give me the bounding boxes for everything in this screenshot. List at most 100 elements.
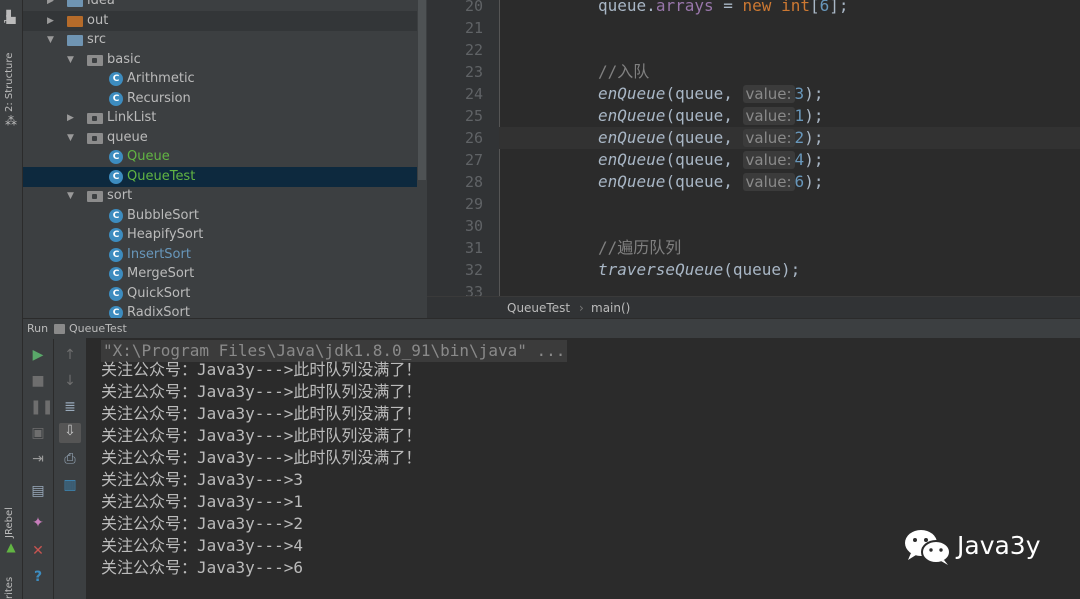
console-line: 关注公众号：Java3y--->此时队列没满了！ — [101, 426, 422, 445]
layout-icon[interactable]: ▤ — [30, 483, 46, 499]
code-token: ]; — [829, 0, 849, 15]
tab-structure[interactable]: 2: Structure — [4, 53, 15, 112]
run-config-tab[interactable]: QueueTest — [69, 319, 127, 339]
tree-item[interactable]: C RadixSort — [23, 303, 427, 318]
breadcrumb-class[interactable]: QueueTest — [507, 297, 570, 318]
tree-item[interactable]: C InsertSort — [23, 245, 427, 265]
console-line: 关注公众号：Java3y--->此时队列没满了！ — [101, 360, 422, 379]
tree-item-label: BubbleSort — [127, 207, 199, 223]
code-token: (queue, — [665, 84, 733, 103]
tree-item-label: LinkList — [107, 110, 157, 125]
help-icon[interactable]: ? — [30, 569, 46, 585]
code-token: 6 — [819, 0, 830, 15]
tree-item[interactable]: C BubbleSort — [23, 206, 427, 226]
wechat-icon — [905, 530, 951, 565]
line-number: 30 — [464, 217, 483, 235]
tree-item[interactable]: C QuickSort — [23, 284, 427, 304]
tab-project[interactable]: 1: — [3, 14, 14, 24]
pause-icon[interactable]: ❚❚ — [30, 399, 53, 415]
left-tool-stripe: ▙ 1: 2: Structure ⁂ JRebel ▲ rites — [0, 0, 23, 599]
tree-item[interactable]: ▶ idea — [23, 0, 427, 11]
tree-item[interactable]: ▶ LinkList — [23, 108, 427, 128]
run-config-icon — [54, 324, 65, 334]
stop-icon[interactable]: ■ — [30, 373, 46, 389]
editor-breadcrumb: QueueTest › main() — [427, 296, 1080, 318]
tab-favorites[interactable]: rites — [4, 577, 15, 599]
folder-icon — [67, 35, 83, 46]
code-editor[interactable]: 20 21 22 23 24 25 26 27 28 29 30 31 32 33 queue.array… — [427, 0, 1080, 318]
folder-icon — [67, 0, 83, 7]
rerun-icon[interactable]: ▶ — [30, 347, 46, 363]
collapse-arrow-icon[interactable]: ▶ — [67, 108, 77, 128]
console-line: 关注公众号：Java3y--->2 — [101, 514, 303, 533]
up-arrow-icon[interactable]: ↑ — [62, 347, 78, 363]
line-number: 24 — [464, 85, 483, 103]
code-line-20: queue.arrays = new int[6]; — [499, 0, 1080, 17]
scrollbar-thumb[interactable] — [418, 0, 426, 180]
expand-arrow-icon[interactable]: ▼ — [67, 128, 77, 148]
dump-threads-icon[interactable]: ▣ — [30, 425, 46, 441]
tree-item[interactable]: ▼ sort — [23, 186, 427, 206]
clear-all-icon[interactable]: ▥ — [62, 477, 78, 493]
expand-arrow-icon[interactable]: ▼ — [47, 30, 57, 50]
tree-item[interactable]: C QueueTest — [23, 166, 427, 187]
down-arrow-icon[interactable]: ↓ — [62, 373, 78, 389]
collapse-arrow-icon[interactable]: ▶ — [47, 11, 57, 31]
console-line: 关注公众号：Java3y--->此时队列没满了！ — [101, 448, 422, 467]
tree-item[interactable]: C Queue — [23, 147, 427, 167]
package-icon — [87, 191, 103, 202]
tree-item[interactable]: C Arithmetic — [23, 69, 427, 89]
breadcrumb-method[interactable]: main() — [591, 297, 630, 318]
line-number: 31 — [464, 239, 483, 257]
tree-item[interactable]: ▼ basic — [23, 50, 427, 70]
print-icon[interactable]: ⎙ — [62, 451, 78, 467]
exit-icon[interactable]: ⇥ — [30, 451, 46, 467]
structure-icon[interactable]: ⁂ — [4, 114, 18, 128]
tree-item[interactable]: C MergeSort — [23, 264, 427, 284]
jrebel-icon[interactable]: ▲ — [4, 540, 18, 554]
method-call: enQueue — [598, 84, 666, 103]
tree-item-label: Recursion — [127, 90, 191, 106]
soft-wrap-icon[interactable]: ≣ — [62, 399, 78, 415]
class-icon: C — [109, 247, 123, 262]
breadcrumb-separator: › — [579, 301, 584, 315]
class-icon: C — [109, 306, 123, 318]
tree-item[interactable]: ▼ src — [23, 30, 427, 50]
code-line-enqueue: enQueue(queue, value: 3); — [499, 83, 1080, 105]
expand-arrow-icon[interactable]: ▼ — [67, 186, 77, 206]
line-number: 27 — [464, 151, 483, 169]
tab-jrebel[interactable]: JRebel — [4, 507, 15, 538]
tree-item[interactable]: ▼ queue — [23, 128, 427, 148]
console-line: 关注公众号：Java3y--->此时队列没满了！ — [101, 382, 422, 401]
code-token: [ — [809, 0, 820, 15]
console-line: 关注公众号：Java3y--->6 — [101, 558, 303, 577]
tree-item[interactable]: C Recursion — [23, 89, 427, 109]
console-line: 关注公众号：Java3y--->1 — [101, 492, 303, 511]
code-token: (queue, — [665, 106, 733, 125]
number-literal: 3 — [794, 84, 805, 103]
watermark-text: Java3y — [957, 531, 1041, 560]
console-line: 关注公众号：Java3y--->3 — [101, 470, 303, 489]
class-icon: C — [109, 208, 123, 223]
line-number: 23 — [464, 63, 483, 81]
tree-item[interactable]: ▶ out — [23, 10, 427, 31]
scroll-to-end-icon[interactable]: ⇩ — [59, 423, 81, 443]
tree-item-label: InsertSort — [127, 246, 191, 262]
project-tree: ▶ idea ▶ out ▼ src ▼ basic C Arithmetic C Recursion… — [23, 0, 427, 318]
expand-arrow-icon[interactable]: ▼ — [67, 50, 77, 70]
code-line-enqueue: enQueue(queue, value: 6); — [499, 171, 1080, 193]
run-panel-header: Run QueueTest — [23, 318, 1080, 339]
class-icon: C — [109, 228, 123, 242]
pin-icon[interactable]: ✦ — [30, 515, 46, 531]
line-gutter: 20 21 22 23 24 25 26 27 28 29 30 31 32 33 — [427, 0, 500, 301]
close-icon[interactable]: ✕ — [30, 543, 46, 559]
line-number: 25 — [464, 107, 483, 125]
tree-item-label: sort — [107, 188, 133, 203]
tree-item-label: QuickSort — [127, 285, 191, 301]
code-line-32: traverseQueue(queue); — [499, 259, 1080, 281]
line-number: 21 — [464, 19, 483, 37]
collapse-arrow-icon[interactable]: ▶ — [47, 0, 57, 11]
tree-item[interactable]: C HeapifySort — [23, 225, 427, 245]
tree-scrollbar[interactable] — [417, 0, 427, 318]
